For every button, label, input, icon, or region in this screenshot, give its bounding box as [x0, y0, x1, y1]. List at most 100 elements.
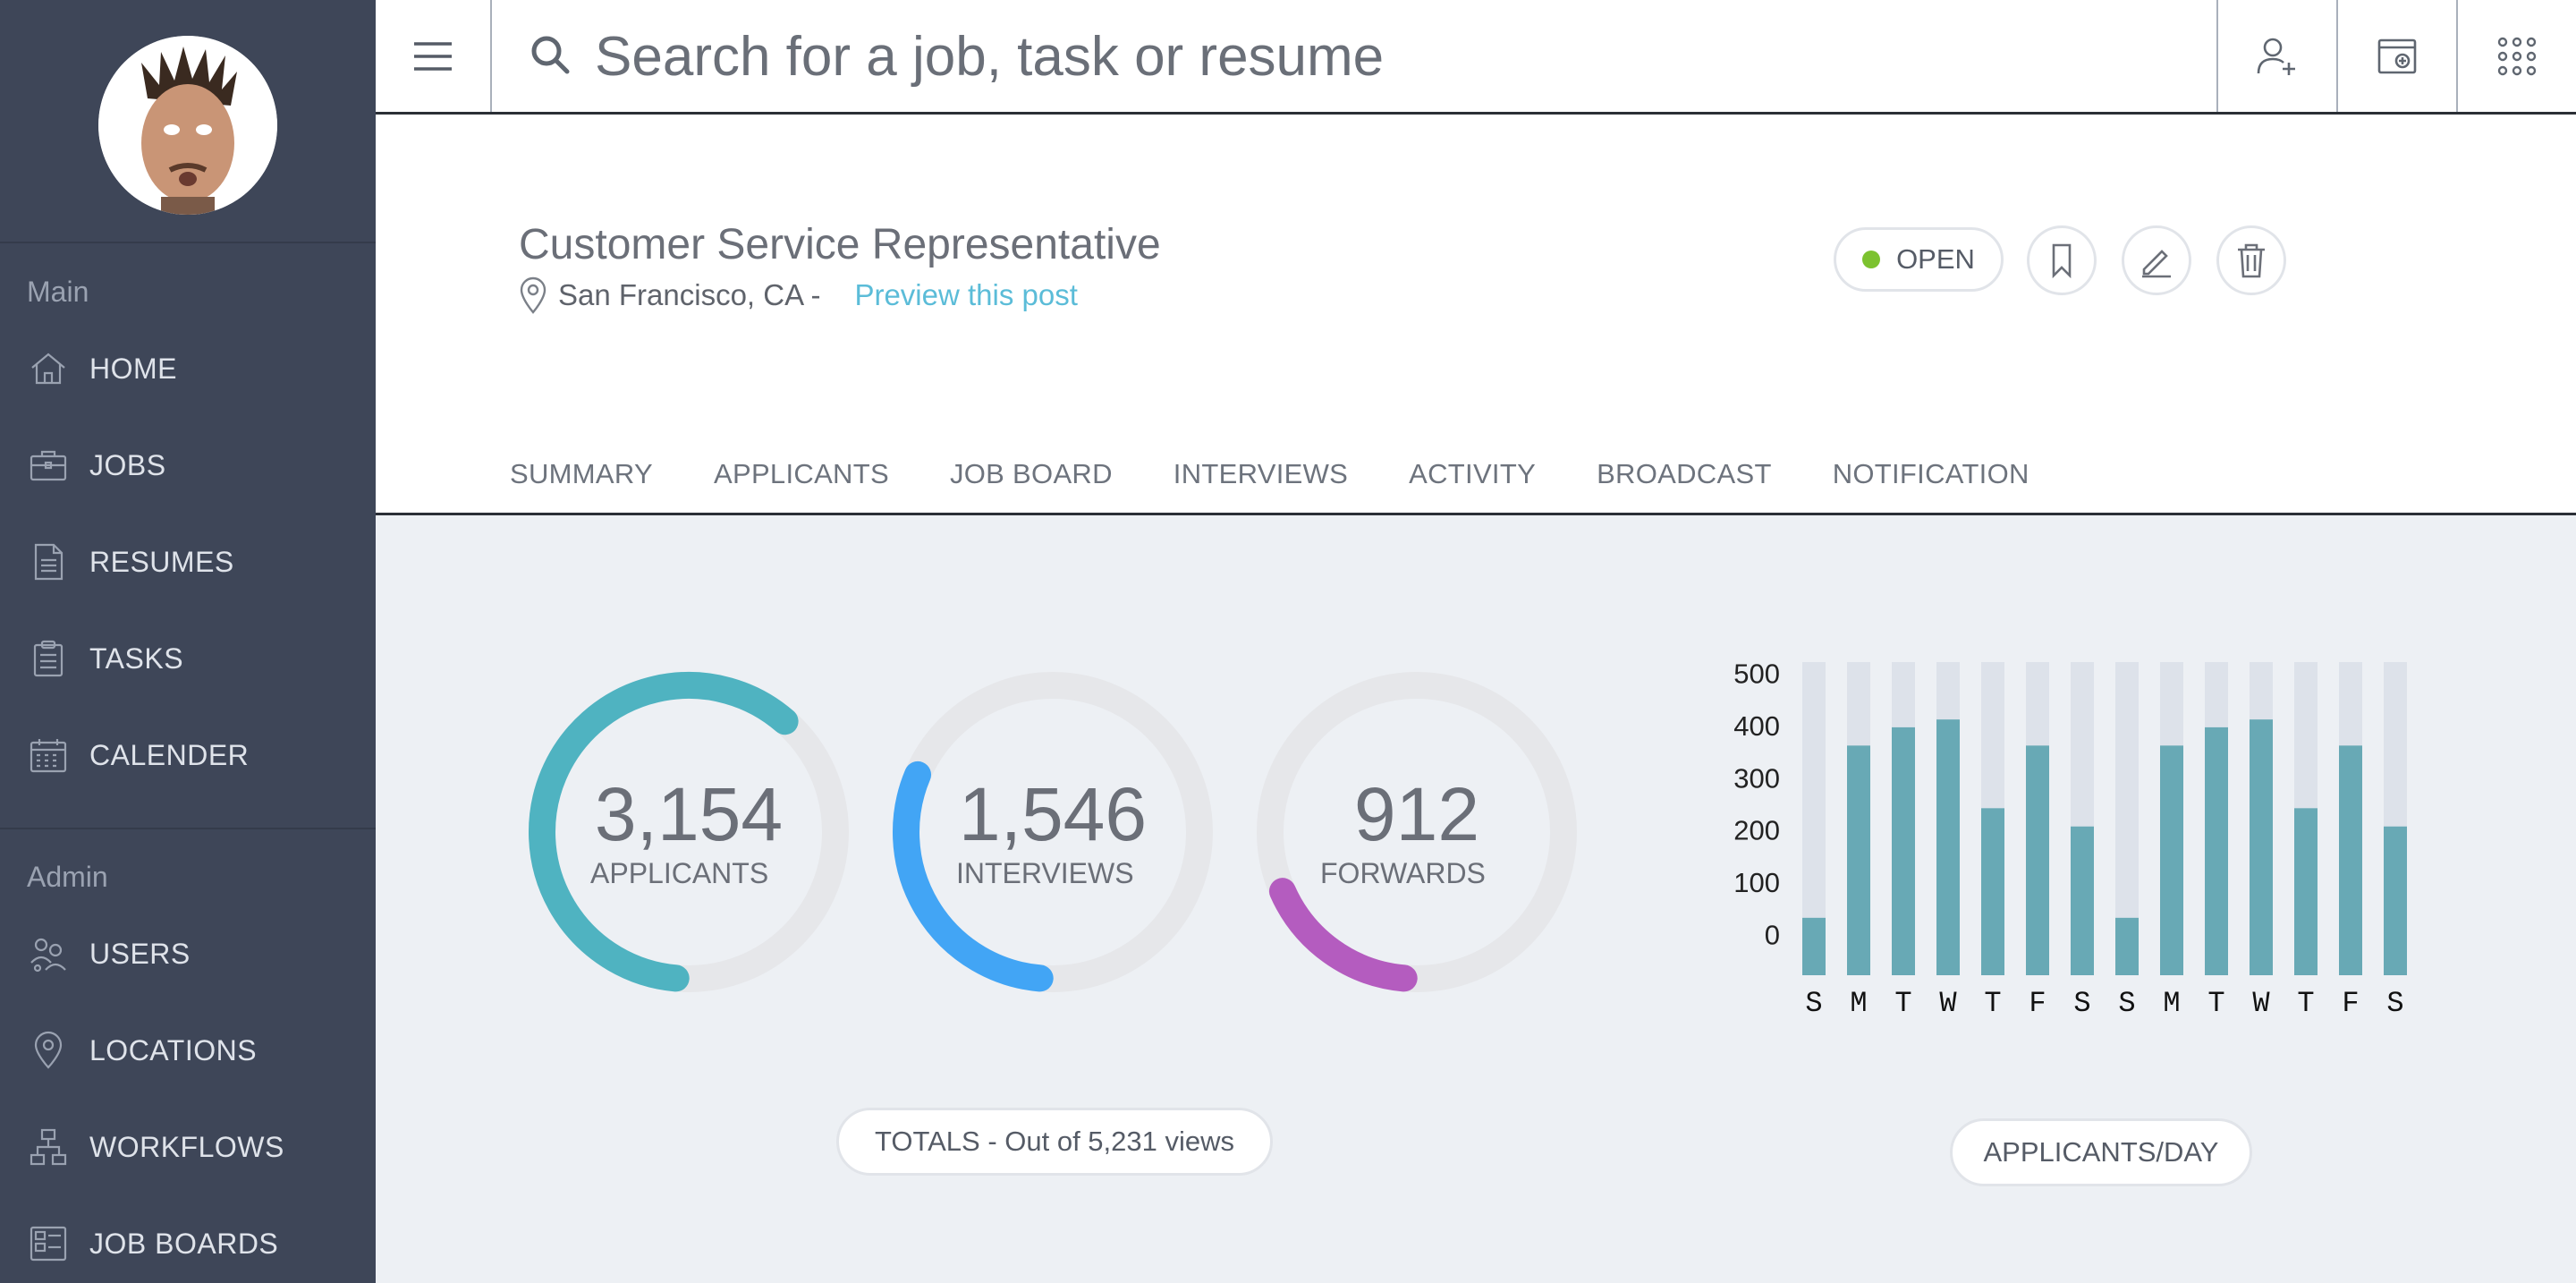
y-tick-label: 500 — [1733, 658, 1780, 690]
job-board-icon — [30, 1226, 67, 1262]
delete-button[interactable] — [2216, 225, 2286, 295]
tab-applicants[interactable]: APPLICANTS — [714, 458, 889, 490]
tab-activity[interactable]: ACTIVITY — [1409, 458, 1536, 490]
job-tabs: SUMMARY APPLICANTS JOB BOARD INTERVIEWS … — [510, 458, 2090, 490]
users-icon — [30, 938, 66, 973]
x-tick-label: S — [2118, 987, 2135, 1020]
applicants-count: 3,154 — [594, 772, 784, 856]
interviews-gauge: 1,546 INTERVIEWS — [883, 662, 1223, 1002]
sidebar-item-calender[interactable]: CALENDER — [0, 715, 376, 795]
sidebar-item-jobs[interactable]: JOBS — [0, 425, 376, 506]
forwards-gauge-arc — [1268, 878, 1418, 992]
bar — [2026, 745, 2049, 975]
bar — [2250, 719, 2273, 975]
tab-job-board[interactable]: JOB BOARD — [950, 458, 1113, 490]
bar — [1936, 719, 1960, 975]
new-event-button[interactable] — [2336, 0, 2456, 112]
x-tick-label: F — [2029, 987, 2046, 1020]
sidebar-item-users[interactable]: USERS — [0, 913, 376, 994]
bookmark-button[interactable] — [2027, 225, 2097, 295]
interviews-count: 1,546 — [958, 772, 1148, 856]
pencil-icon — [2142, 250, 2171, 278]
bar — [2339, 745, 2362, 975]
edit-button[interactable] — [2122, 225, 2191, 295]
sidebar: Main HOME JOBS RESUMES TASKS CALENDER Ad… — [0, 0, 376, 1283]
bar — [2294, 808, 2318, 975]
sidebar-item-label: TASKS — [89, 642, 184, 675]
applicants-per-day-chart: 5004003002001000S M T W T F S S M T W T F S — [1733, 658, 2407, 1020]
top-bar — [376, 0, 2576, 115]
x-tick-label: T — [1984, 987, 2001, 1020]
calendar-add-icon — [2377, 38, 2417, 73]
forwards-gauge: 912 FORWARDS — [1247, 662, 1587, 1002]
bar — [2205, 726, 2228, 975]
status-label: OPEN — [1896, 243, 1975, 275]
location-pin-icon — [34, 1031, 63, 1069]
calendar-icon — [30, 739, 67, 773]
bookmark-icon — [2052, 243, 2072, 278]
applicants-label: APPLICANTS — [590, 857, 769, 889]
applicants-per-day-button[interactable]: APPLICANTS/DAY — [1950, 1118, 2252, 1186]
apps-grid-icon — [2497, 37, 2537, 75]
apps-grid-button[interactable] — [2456, 0, 2576, 112]
search-icon — [531, 36, 570, 74]
sidebar-item-label: HOME — [89, 352, 177, 385]
sidebar-item-tasks[interactable]: TASKS — [0, 618, 376, 699]
search-input[interactable] — [595, 20, 2115, 93]
add-user-icon — [2257, 38, 2295, 75]
x-tick-label: S — [1805, 987, 1822, 1020]
avatar-section — [0, 0, 376, 243]
x-tick-label: S — [2073, 987, 2090, 1020]
job-header: Customer Service Representative San Fran… — [376, 115, 2576, 515]
sidebar-item-label: LOCATIONS — [89, 1033, 258, 1066]
bar — [1981, 808, 2004, 975]
sidebar-item-label: CALENDER — [89, 738, 250, 771]
sidebar-item-home[interactable]: HOME — [0, 328, 376, 409]
tab-summary[interactable]: SUMMARY — [510, 458, 653, 490]
avatar[interactable] — [98, 36, 277, 215]
bar — [2071, 826, 2094, 975]
status-badge[interactable]: OPEN — [1834, 227, 2004, 292]
totals-button[interactable]: TOTALS - Out of 5,231 views — [836, 1108, 1273, 1176]
job-location-text: San Francisco, CA - — [558, 278, 821, 311]
x-tick-label: T — [1894, 987, 1911, 1020]
applicants-gauge: 3,154 APPLICANTS — [519, 662, 859, 1002]
sidebar-divider — [0, 828, 376, 829]
forwards-label: FORWARDS — [1320, 857, 1486, 889]
sidebar-item-job-boards[interactable]: JOB BOARDS — [0, 1203, 376, 1283]
bar — [1802, 917, 1826, 975]
y-tick-label: 0 — [1765, 919, 1780, 950]
tab-interviews[interactable]: INTERVIEWS — [1174, 458, 1348, 490]
forwards-count: 912 — [1353, 772, 1480, 856]
sidebar-item-locations[interactable]: LOCATIONS — [0, 1010, 376, 1091]
sidebar-section-main: Main — [27, 276, 89, 308]
sidebar-item-label: JOB BOARDS — [89, 1227, 279, 1260]
bar — [1847, 745, 1870, 975]
x-tick-label: M — [2163, 987, 2180, 1020]
interviews-label: INTERVIEWS — [956, 857, 1134, 889]
x-tick-label: S — [2386, 987, 2403, 1020]
x-tick-label: T — [2297, 987, 2314, 1020]
x-tick-label: M — [1850, 987, 1867, 1020]
tab-broadcast[interactable]: BROADCAST — [1597, 458, 1772, 490]
hamburger-icon — [414, 41, 452, 71]
preview-post-link[interactable]: Preview this post — [854, 278, 1077, 312]
add-user-button[interactable] — [2216, 0, 2336, 112]
workflow-icon — [30, 1128, 67, 1166]
tab-notification[interactable]: NOTIFICATION — [1833, 458, 2029, 490]
menu-button[interactable] — [376, 0, 492, 112]
y-tick-label: 300 — [1733, 762, 1780, 794]
sidebar-item-label: WORKFLOWS — [89, 1130, 284, 1163]
bar — [2384, 826, 2407, 975]
location-pin-icon — [520, 276, 547, 314]
y-tick-label: 200 — [1733, 815, 1780, 846]
x-tick-label: W — [1939, 987, 1957, 1020]
x-tick-label: W — [2252, 987, 2270, 1020]
sidebar-item-workflows[interactable]: WORKFLOWS — [0, 1107, 376, 1187]
status-dot — [1862, 251, 1881, 268]
sidebar-item-label: RESUMES — [89, 545, 234, 578]
sidebar-item-resumes[interactable]: RESUMES — [0, 522, 376, 602]
x-tick-label: T — [2207, 987, 2224, 1020]
job-title: Customer Service Representative — [519, 221, 1161, 268]
y-tick-label: 400 — [1733, 710, 1780, 742]
